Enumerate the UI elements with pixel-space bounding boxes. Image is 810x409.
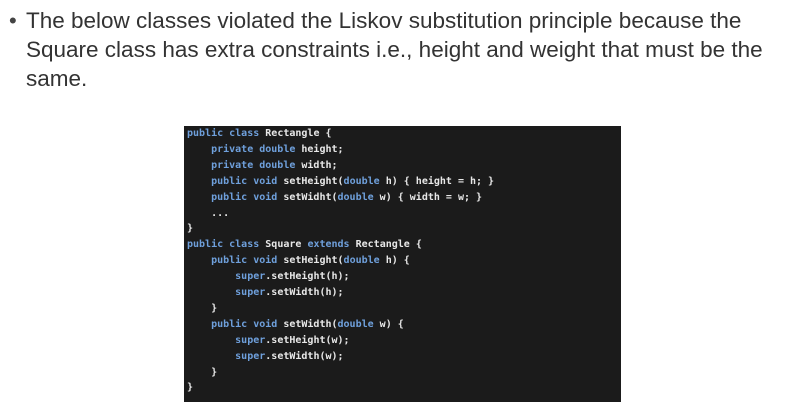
code-keyword: double: [337, 318, 380, 330]
code-token: .setWidth(w);: [265, 350, 344, 362]
code-token: width;: [301, 159, 338, 171]
code-line: }: [187, 380, 193, 396]
code-keyword: public void: [187, 255, 284, 267]
code-token: setHeight(: [283, 175, 344, 187]
code-keyword: super: [187, 287, 266, 298]
code-keyword: private double: [187, 159, 302, 171]
code-token: Square: [265, 239, 308, 251]
code-line: super.setWidth(w);: [187, 349, 344, 365]
bullet-glyph: •: [9, 8, 17, 33]
code-token: }: [187, 366, 218, 378]
code-keyword: extends: [307, 239, 356, 251]
code-token: w) {: [379, 318, 404, 330]
code-line: }: [187, 365, 217, 381]
bullet-text: The below classes violated the Liskov su…: [26, 8, 763, 91]
code-keyword: public class: [187, 128, 266, 139]
code-keyword: double: [337, 191, 380, 203]
code-token: w) { width = w; }: [379, 191, 483, 203]
code-line: super.setWidth(h);: [187, 285, 344, 301]
code-keyword: double: [343, 175, 386, 187]
code-token: setHeight(: [283, 255, 344, 267]
code-keyword: public void: [187, 318, 284, 330]
code-token: }: [187, 302, 218, 314]
code-line: public void setWidht(double w) { width =…: [187, 190, 482, 206]
code-keyword: super: [187, 334, 266, 346]
code-token: }: [187, 223, 194, 235]
code-keyword: public class: [187, 239, 266, 251]
code-token: height;: [301, 143, 344, 155]
code-token: .setHeight(h);: [265, 271, 350, 283]
code-line: public void setHeight(double h) {: [187, 253, 410, 269]
code-keyword: public void: [187, 191, 284, 203]
code-line: super.setHeight(h);: [187, 269, 350, 285]
code-token: h) {: [385, 255, 410, 267]
code-line: public class Rectangle {: [187, 126, 332, 142]
code-token: Rectangle {: [265, 128, 332, 139]
code-line: }: [187, 221, 193, 237]
bullet-point: • The below classes violated the Liskov …: [9, 6, 804, 93]
code-keyword: double: [343, 255, 386, 267]
code-line: public class Square extends Rectangle {: [187, 237, 422, 253]
code-token: Rectangle {: [355, 239, 422, 251]
code-line: private double width;: [187, 158, 338, 174]
code-token: .setHeight(w);: [265, 334, 350, 346]
code-token: setWidth(: [283, 318, 338, 330]
code-token: .setWidth(h);: [265, 287, 344, 298]
code-token: ...: [187, 207, 230, 219]
code-line: }: [187, 301, 217, 317]
code-line: public void setHeight(double h) { height…: [187, 174, 494, 190]
code-keyword: super: [187, 350, 266, 362]
code-token: }: [187, 382, 194, 394]
code-keyword: super: [187, 271, 266, 283]
code-line: private double height;: [187, 142, 344, 158]
code-token: setWidht(: [283, 191, 338, 203]
code-token: h) { height = h; }: [385, 175, 495, 187]
code-keyword: public void: [187, 175, 284, 187]
code-keyword: private double: [187, 143, 302, 155]
code-line: super.setHeight(w);: [187, 333, 350, 349]
code-line: public void setWidth(double w) {: [187, 317, 404, 333]
code-screenshot: public class Rectangle { private double …: [184, 126, 621, 402]
code-line: ...: [187, 206, 229, 222]
